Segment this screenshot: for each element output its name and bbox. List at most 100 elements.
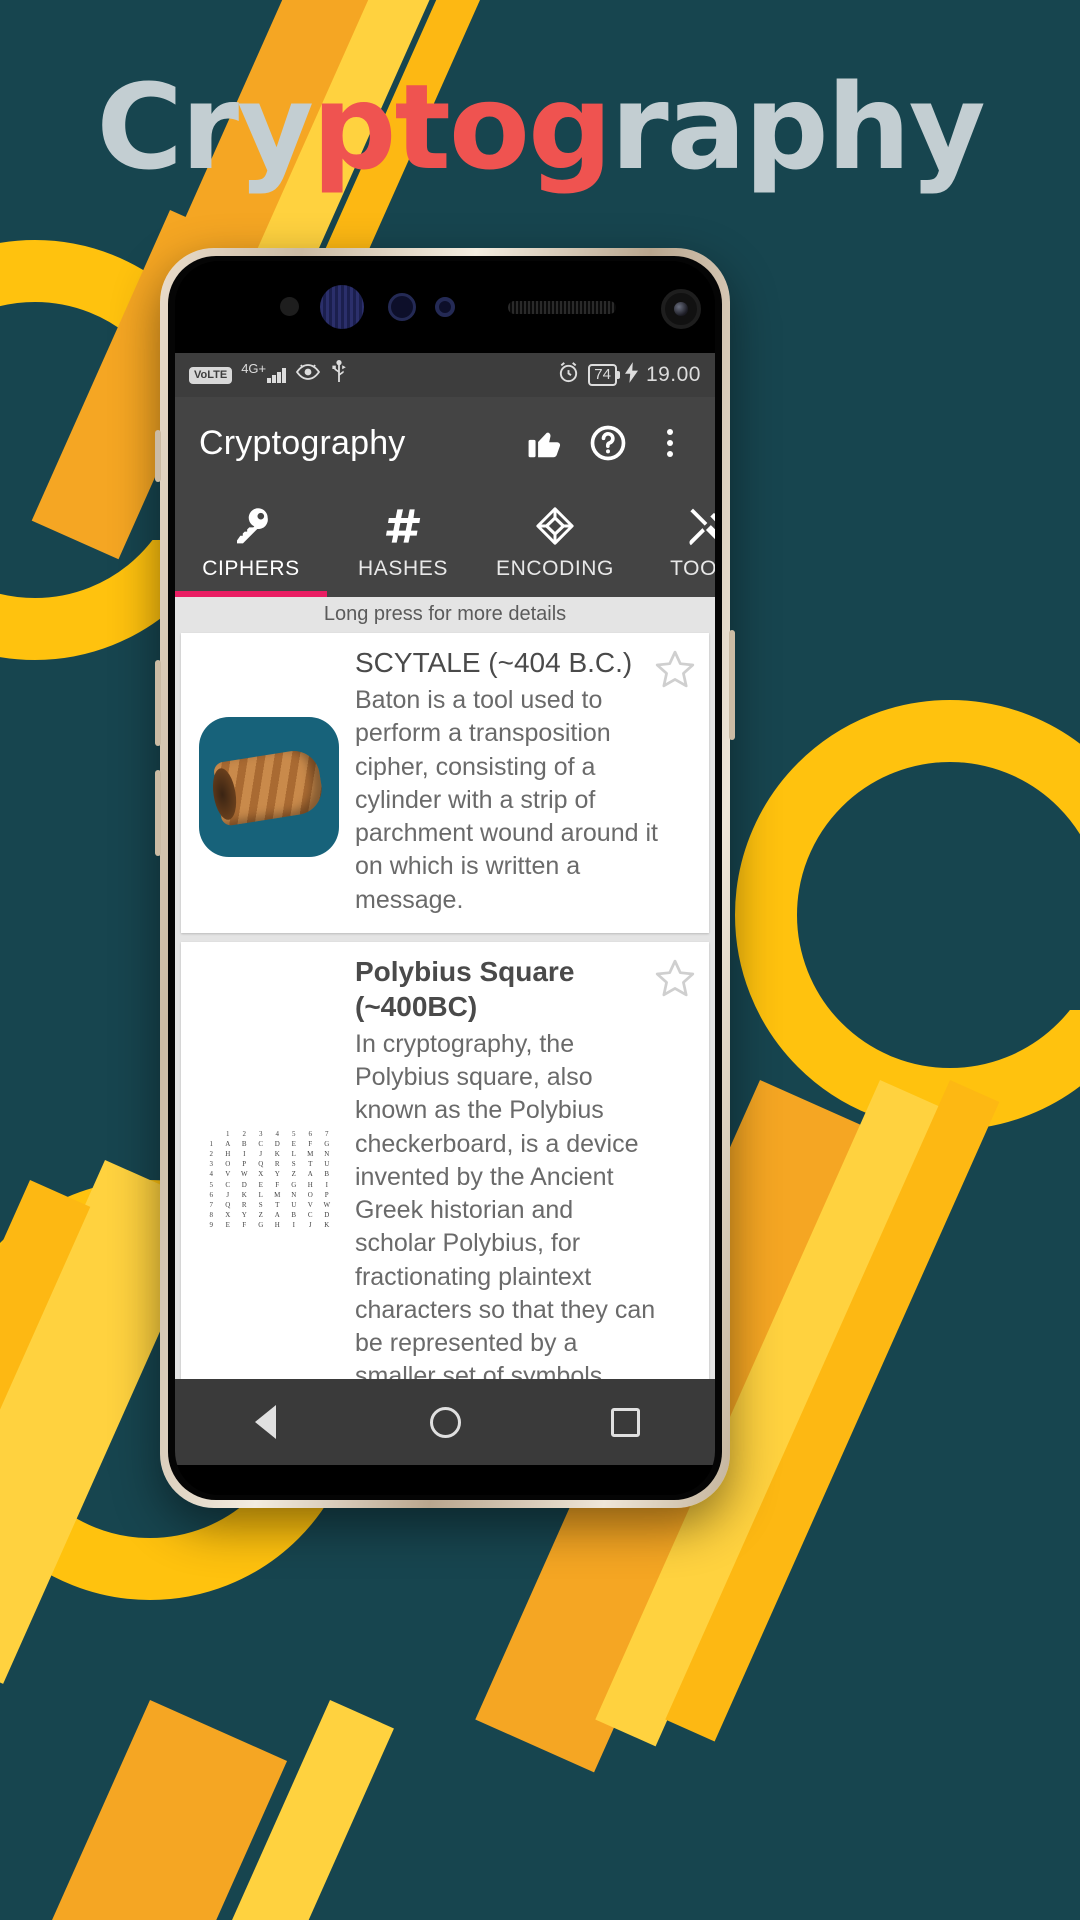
card-thumbnail: 12345671ABCDEFG2HIJKLMN3OPQRSTU4VWXYZAB5…	[195, 954, 343, 1379]
scytale-baton-thumbnail	[199, 716, 339, 857]
polybius-cell: O	[225, 1160, 231, 1169]
polybius-cell: 4	[209, 1170, 214, 1179]
tab-tools[interactable]: TOOLS	[631, 489, 715, 597]
overflow-menu-icon[interactable]	[639, 412, 701, 474]
polybius-cell: K	[274, 1150, 280, 1159]
cipher-list[interactable]: Long press for more details SCYTALE (~40…	[175, 597, 715, 1379]
polybius-cell: C	[225, 1180, 231, 1189]
polybius-cell: I	[325, 1180, 328, 1189]
status-bar-clock: 19.00	[645, 363, 701, 386]
list-item[interactable]: 12345671ABCDEFG2HIJKLMN3OPQRSTU4VWXYZAB5…	[181, 941, 709, 1379]
back-triangle-icon[interactable]	[226, 1392, 304, 1452]
list-item[interactable]: SCYTALE (~404 B.C.) Baton is a tool used…	[181, 633, 709, 933]
polybius-grid: 12345671ABCDEFG2HIJKLMN3OPQRSTU4VWXYZAB5…	[203, 1129, 335, 1230]
polybius-cell: 3	[209, 1160, 214, 1169]
polybius-cell: E	[225, 1221, 230, 1230]
poster-title: Cryptography	[0, 58, 1080, 196]
polybius-cell: Q	[258, 1160, 264, 1169]
system-navigation-bar	[175, 1379, 715, 1465]
polybius-cell: D	[324, 1211, 330, 1220]
polybius-cell: W	[323, 1200, 331, 1209]
star-outline-icon[interactable]	[653, 956, 697, 1000]
polybius-cell: A	[307, 1170, 313, 1179]
phone-power-button[interactable]	[729, 630, 735, 740]
polybius-cell: 6	[308, 1129, 313, 1138]
title-segment-3: raphy	[610, 58, 985, 196]
polybius-cell: Z	[258, 1211, 263, 1220]
usb-icon	[330, 360, 348, 390]
star-outline-icon[interactable]	[653, 647, 697, 691]
polybius-cell: F	[308, 1140, 313, 1149]
polybius-cell: H	[307, 1180, 313, 1189]
tab-hashes[interactable]: HASHES	[327, 489, 479, 597]
help-circle-icon[interactable]	[577, 412, 639, 474]
app-bar: Cryptography	[175, 397, 715, 489]
card-body: Polybius Square (~400BC) In cryptography…	[343, 954, 695, 1379]
light-sensor-icon	[388, 293, 416, 321]
polybius-cell: H	[274, 1221, 280, 1230]
card-title: SCYTALE (~404 B.C.)	[355, 647, 633, 678]
polybius-cell: C	[258, 1140, 264, 1149]
polybius-cell: X	[225, 1211, 231, 1220]
polybius-cell: F	[242, 1221, 247, 1230]
polybius-cell: C	[307, 1211, 313, 1220]
polybius-cell: H	[225, 1150, 231, 1159]
page-title: Cryptography	[199, 423, 406, 462]
phone-volume-up-button[interactable]	[155, 660, 161, 746]
tab-ciphers[interactable]: CIPHERS	[175, 489, 327, 597]
front-camera-icon	[661, 289, 701, 329]
polybius-cell: Y	[241, 1211, 247, 1220]
polybius-cell: I	[292, 1221, 295, 1230]
polybius-cell: F	[275, 1180, 280, 1189]
earpiece-speaker-icon	[508, 301, 616, 314]
polybius-cell: 9	[209, 1221, 214, 1230]
polybius-cell: B	[324, 1170, 330, 1179]
network-type-label: 4G+	[241, 361, 267, 376]
polybius-cell: 8	[209, 1211, 214, 1220]
polybius-cell: D	[274, 1140, 280, 1149]
tab-bar: CIPHERS HASHES ENCODING TOO	[175, 489, 715, 597]
tab-label: HASHES	[358, 557, 448, 580]
polybius-cell: S	[258, 1200, 263, 1209]
volte-icon: VoLTE	[189, 366, 233, 384]
polybius-cell: 5	[209, 1180, 214, 1189]
tab-label: ENCODING	[496, 557, 614, 580]
polybius-cell: W	[240, 1170, 248, 1179]
polybius-cell: L	[258, 1190, 263, 1199]
polybius-grid-thumbnail: 12345671ABCDEFG2HIJKLMN3OPQRSTU4VWXYZAB5…	[199, 1109, 339, 1250]
polybius-cell: G	[258, 1221, 264, 1230]
tab-label: CIPHERS	[202, 557, 300, 580]
polybius-cell: X	[258, 1170, 264, 1179]
signal-strength-icon: 4G+	[241, 362, 286, 383]
phone-bezel: VoLTE 4G+ 74 19.00 Cryptography CIPHERS …	[168, 256, 722, 1500]
polybius-cell: 7	[209, 1200, 214, 1209]
ring-cut	[1010, 840, 1080, 1010]
polybius-cell: 2	[242, 1129, 247, 1138]
polybius-cell: E	[291, 1140, 296, 1149]
polybius-cell: G	[291, 1180, 297, 1189]
polybius-cell: J	[259, 1150, 263, 1159]
phone-volume-down-button[interactable]	[155, 770, 161, 856]
phone-side-button[interactable]	[155, 430, 161, 482]
polybius-cell: Z	[291, 1170, 296, 1179]
key-icon	[230, 505, 272, 547]
home-circle-icon[interactable]	[406, 1392, 484, 1452]
eye-icon	[295, 362, 321, 388]
phone-chin	[175, 1465, 715, 1495]
battery-icon: 74	[588, 364, 620, 386]
polybius-cell: 1	[209, 1140, 214, 1149]
tab-encoding[interactable]: ENCODING	[479, 489, 631, 597]
card-description: In cryptography, the Polybius square, al…	[355, 1029, 656, 1379]
polybius-cell: 6	[209, 1190, 214, 1199]
recents-square-icon[interactable]	[586, 1392, 664, 1452]
card-thumbnail	[195, 645, 343, 917]
polybius-cell: 1	[226, 1129, 230, 1138]
polybius-cell: Y	[274, 1170, 280, 1179]
iris-scanner-icon	[320, 285, 364, 329]
thumbs-up-icon[interactable]	[515, 412, 577, 474]
polybius-cell: 2	[209, 1150, 214, 1159]
polybius-cell: P	[324, 1190, 329, 1199]
polybius-cell: V	[225, 1170, 231, 1179]
polybius-cell: J	[226, 1190, 230, 1199]
scytale-illustration	[212, 747, 326, 827]
